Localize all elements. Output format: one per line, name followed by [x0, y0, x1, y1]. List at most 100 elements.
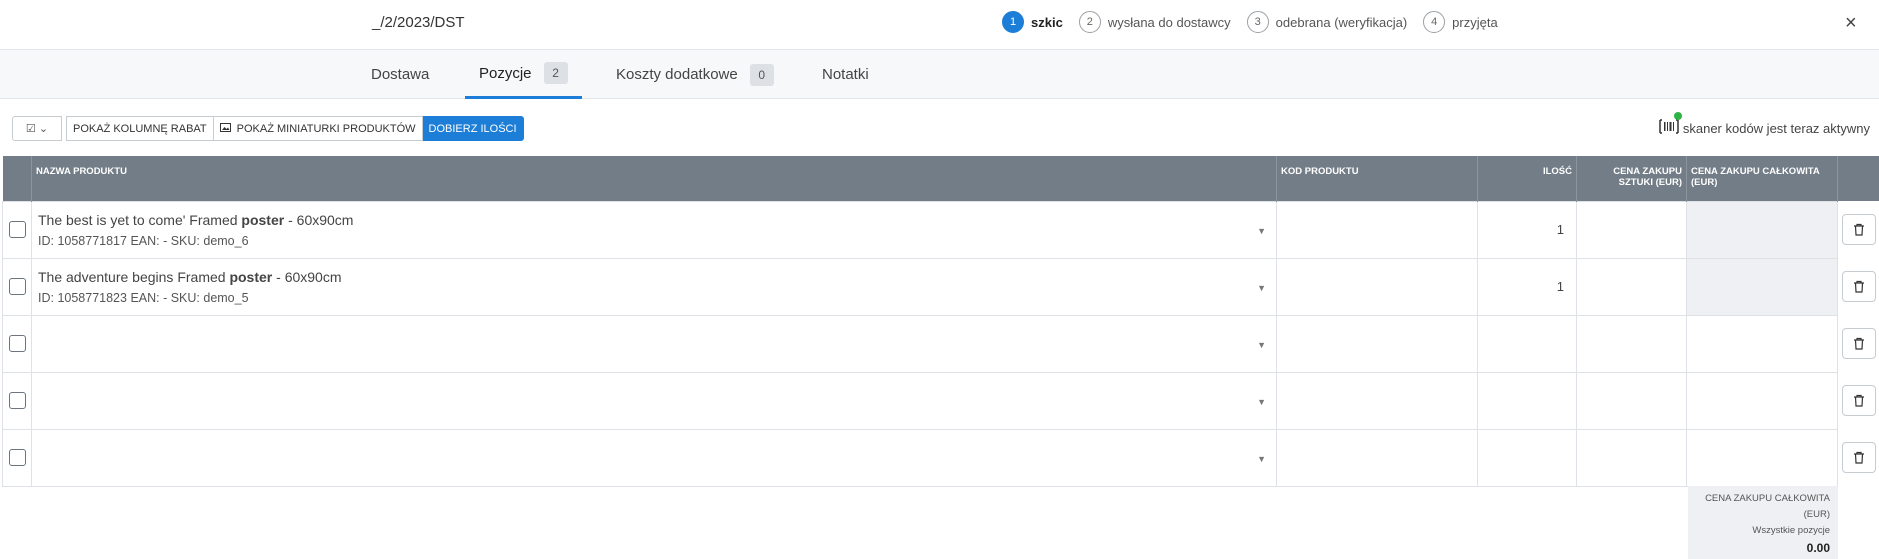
- row-checkbox[interactable]: [8, 392, 26, 410]
- total-price-cell: [1686, 257, 1838, 316]
- total-price-cell: [1686, 314, 1838, 373]
- step-accepted[interactable]: 4 przyjęta: [1423, 11, 1498, 33]
- tab-count-badge: 2: [543, 62, 568, 84]
- table-row: The best is yet to come' Framed poster -…: [2, 200, 1879, 259]
- unit-price-input[interactable]: [1576, 428, 1687, 487]
- show-thumbnails-button[interactable]: POKAŻ MINIATURKI PRODUKTÓW: [213, 116, 423, 141]
- modal-header: _/2/2023/DST 1 szkic 2 wysłana do dostaw…: [0, 0, 1879, 50]
- unit-price-input[interactable]: [1576, 371, 1687, 430]
- unit-price-input[interactable]: [1576, 257, 1687, 316]
- row-checkbox[interactable]: [8, 221, 26, 239]
- step-number: 2: [1078, 11, 1101, 33]
- button-label: POKAŻ MINIATURKI PRODUKTÓW: [236, 122, 416, 135]
- quantity-input[interactable]: [1477, 428, 1577, 487]
- tab-label: Dostawa: [371, 66, 430, 83]
- product-select[interactable]: The adventure begins Framed poster - 60x…: [31, 257, 1277, 316]
- table-row: ▼: [2, 371, 1879, 430]
- unit-price-input[interactable]: [1576, 200, 1687, 259]
- step-sent-to-supplier[interactable]: 2 wysłana do dostawcy: [1078, 11, 1231, 33]
- delete-row-button[interactable]: [1841, 271, 1876, 302]
- delete-row-button[interactable]: [1841, 442, 1876, 473]
- tab-additional-costs[interactable]: Koszty dodatkowe 0: [616, 50, 774, 99]
- bulk-select-dropdown[interactable]: ☑ ⌄: [12, 116, 62, 141]
- close-icon[interactable]: ×: [1845, 13, 1857, 33]
- document-number: _/2/2023/DST: [372, 14, 465, 31]
- total-price-cell: [1686, 428, 1838, 487]
- trash-icon: [1853, 394, 1864, 407]
- tab-positions[interactable]: Pozycje 2: [465, 50, 582, 99]
- scanner-status[interactable]: skaner kodów jest teraz aktywny: [1659, 112, 1870, 137]
- product-select[interactable]: The best is yet to come' Framed poster -…: [31, 200, 1277, 259]
- row-checkbox-cell: [2, 257, 32, 316]
- trash-icon: [1853, 337, 1864, 350]
- tab-count-badge: 0: [749, 63, 774, 86]
- summary-currency: (EUR): [1803, 509, 1830, 520]
- delete-cell: [1838, 372, 1879, 429]
- table-row: ▼: [2, 428, 1879, 487]
- trash-icon: [1853, 223, 1864, 236]
- product-code-input[interactable]: [1276, 371, 1478, 430]
- row-checkbox-cell: [2, 371, 32, 430]
- caret-down-icon: ▼: [1257, 282, 1266, 293]
- unit-price-input[interactable]: [1576, 314, 1687, 373]
- delete-row-button[interactable]: [1841, 214, 1876, 245]
- header-quantity[interactable]: ILOŚĆ: [1477, 156, 1577, 201]
- product-select[interactable]: ▼: [31, 428, 1277, 487]
- table-row: ▼: [2, 314, 1879, 373]
- tab-label: Koszty dodatkowe: [616, 66, 738, 83]
- header-actions-col: [1837, 156, 1879, 201]
- product-select[interactable]: ▼: [31, 314, 1277, 373]
- product-title: The best is yet to come' Framed poster -…: [38, 211, 354, 228]
- active-indicator: [1673, 112, 1682, 120]
- status-stepper: 1 szkic 2 wysłana do dostawcy 3 odebrana…: [1002, 11, 1514, 33]
- product-title: The adventure begins Framed poster - 60x…: [38, 268, 342, 285]
- trash-icon: [1853, 451, 1864, 464]
- table-toolbar: ☑ ⌄ POKAŻ KOLUMNĘ RABAT POKAŻ MINIATURKI…: [12, 116, 524, 141]
- row-checkbox-cell: [2, 428, 32, 487]
- summary-value: 0.00: [1806, 541, 1830, 555]
- step-received[interactable]: 3 odebrana (weryfikacja): [1246, 11, 1408, 33]
- quantity-input[interactable]: 1: [1477, 200, 1577, 259]
- header-checkbox-col: [2, 156, 32, 201]
- row-checkbox[interactable]: [8, 449, 26, 467]
- show-discount-column-button[interactable]: POKAŻ KOLUMNĘ RABAT: [66, 116, 214, 141]
- summary-scope: Wszystkie pozycje: [1752, 525, 1830, 536]
- image-icon: [219, 122, 231, 135]
- step-number: 3: [1246, 11, 1269, 33]
- barcode-icon: [1659, 112, 1682, 137]
- product-code-input[interactable]: [1276, 200, 1478, 259]
- pick-quantities-button[interactable]: DOBIERZ ILOŚCI: [422, 116, 524, 141]
- tab-delivery[interactable]: Dostawa: [371, 50, 429, 99]
- tab-bar: Dostawa Pozycje 2 Koszty dodatkowe 0 Not…: [0, 50, 1879, 99]
- quantity-input[interactable]: [1477, 314, 1577, 373]
- product-identifiers: ID: 1058771823 EAN: - SKU: demo_5: [38, 290, 249, 305]
- tab-notes[interactable]: Notatki: [822, 50, 869, 99]
- quantity-input[interactable]: [1477, 371, 1577, 430]
- quantity-input[interactable]: 1: [1477, 257, 1577, 316]
- scanner-status-text: skaner kodów jest teraz aktywny: [1682, 120, 1870, 136]
- row-checkbox[interactable]: [8, 278, 26, 296]
- caret-down-icon: ▼: [1257, 225, 1266, 236]
- total-price-cell: [1686, 200, 1838, 259]
- row-checkbox[interactable]: [8, 335, 26, 353]
- positions-table: NAZWA PRODUKTU KOD PRODUKTU ILOŚĆ CENA Z…: [2, 156, 1879, 487]
- header-product-name[interactable]: NAZWA PRODUKTU: [31, 156, 1277, 201]
- product-code-input[interactable]: [1276, 428, 1478, 487]
- header-unit-price[interactable]: CENA ZAKUPU SZTUKI (EUR): [1576, 156, 1687, 201]
- caret-down-icon: ▼: [1257, 396, 1266, 407]
- step-label: wysłana do dostawcy: [1107, 14, 1231, 30]
- header-total-price[interactable]: CENA ZAKUPU CAŁKOWITA (EUR): [1686, 156, 1838, 201]
- tab-label: Notatki: [822, 66, 869, 83]
- delete-row-button[interactable]: [1841, 385, 1876, 416]
- table-row: The adventure begins Framed poster - 60x…: [2, 257, 1879, 316]
- step-label: odebrana (weryfikacja): [1275, 14, 1408, 30]
- product-code-input[interactable]: [1276, 257, 1478, 316]
- delete-row-button[interactable]: [1841, 328, 1876, 359]
- product-code-input[interactable]: [1276, 314, 1478, 373]
- caret-down-icon: ▼: [1257, 453, 1266, 464]
- step-draft[interactable]: 1 szkic: [1002, 11, 1063, 33]
- product-select[interactable]: ▼: [31, 371, 1277, 430]
- caret-down-icon: ▼: [1257, 339, 1266, 350]
- step-number: 4: [1423, 11, 1446, 33]
- header-product-code[interactable]: KOD PRODUKTU: [1276, 156, 1478, 201]
